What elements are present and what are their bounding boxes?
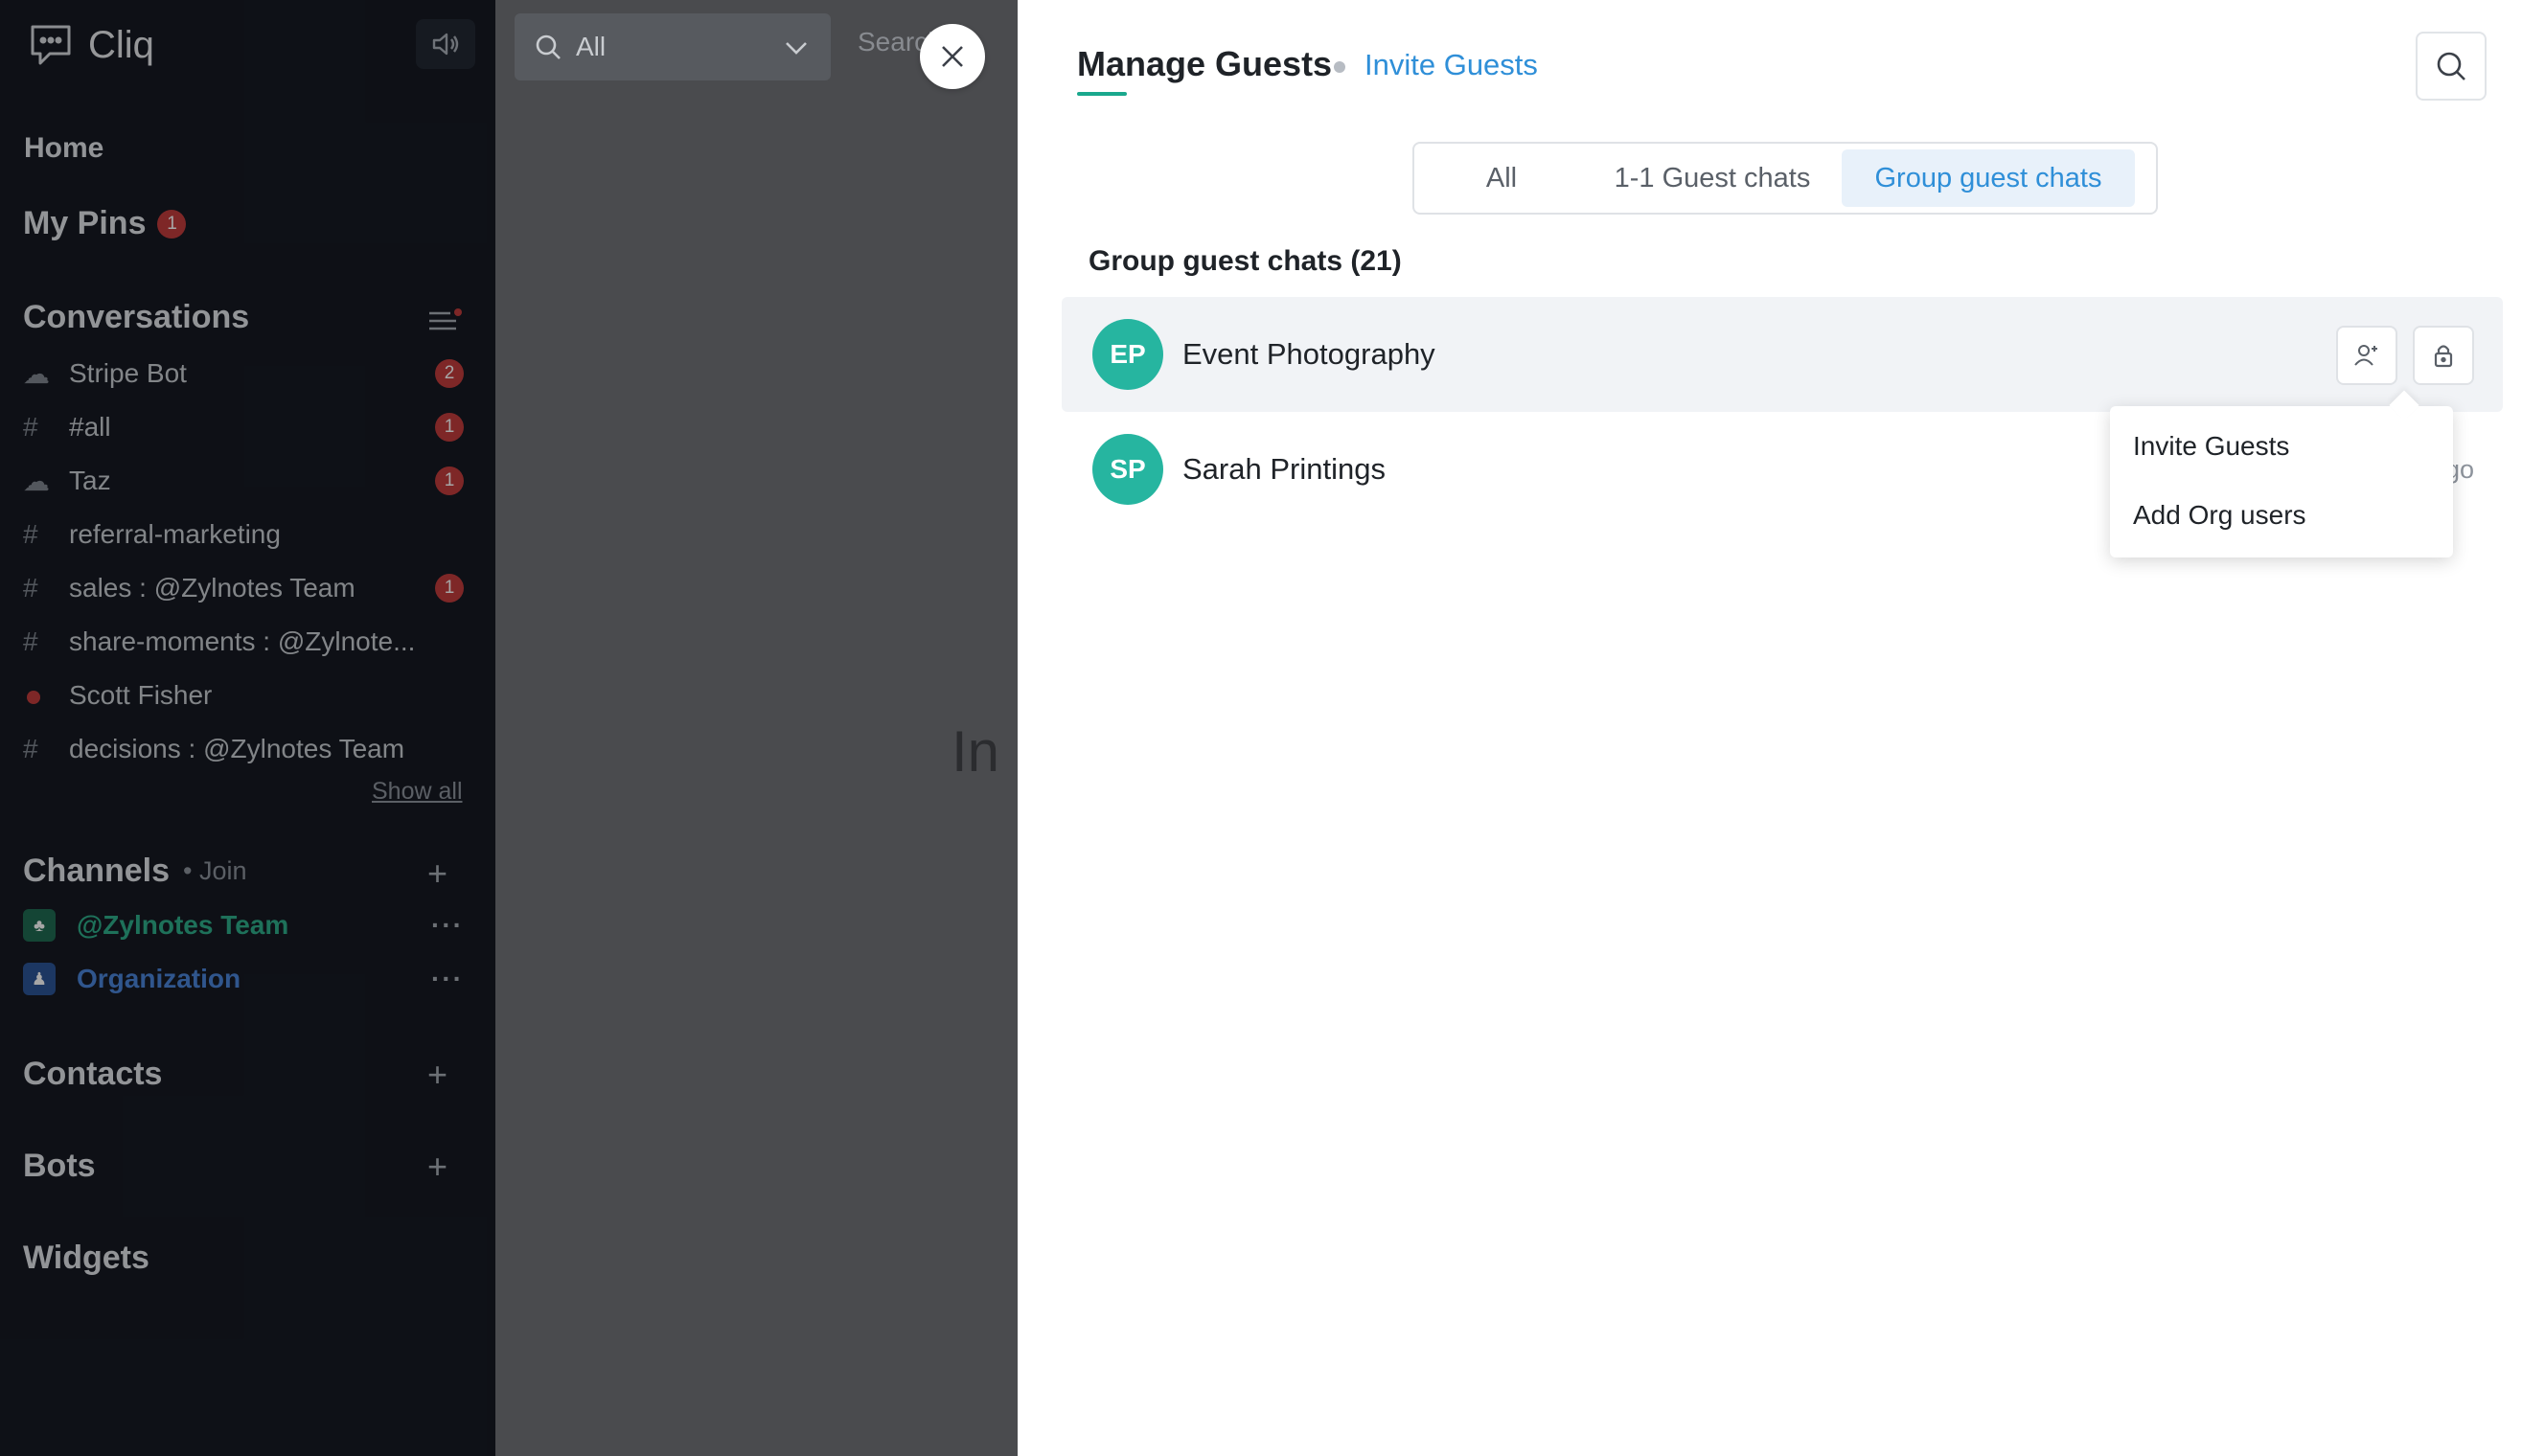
add-member-dropdown: Invite Guests Add Org users [2110, 406, 2453, 557]
search-scope-select[interactable]: All [515, 13, 831, 80]
add-member-button[interactable] [2336, 326, 2397, 385]
search-icon [2437, 52, 2465, 80]
avatar: EP [1092, 319, 1163, 390]
lock-chat-button[interactable] [2413, 326, 2474, 385]
panel-search-button[interactable] [2416, 32, 2487, 101]
guest-chat-row-event-photography[interactable]: EP Event Photography [1062, 297, 2503, 412]
modal-backdrop[interactable] [0, 0, 495, 1456]
close-modal-button[interactable] [920, 24, 985, 89]
menu-item-add-org-users[interactable]: Add Org users [2133, 500, 2306, 531]
chat-name: Sarah Printings [1182, 452, 1386, 486]
lock-icon [2434, 345, 2453, 368]
chat-name: Event Photography [1182, 337, 1435, 371]
search-scope-value: All [576, 32, 607, 61]
close-icon [942, 46, 963, 67]
search-icon [536, 34, 561, 59]
main-area-backdrop[interactable]: All Search In [495, 0, 1018, 1456]
tab-all[interactable]: All [1420, 149, 1583, 207]
background-text: In [952, 719, 1000, 784]
chevron-down-icon [786, 42, 807, 55]
row-actions [2336, 326, 2474, 385]
tab-1-1-guest-chats[interactable]: 1-1 Guest chats [1583, 149, 1842, 207]
active-title-indicator [1077, 92, 1127, 96]
panel-title[interactable]: Manage Guests [1077, 44, 1332, 84]
menu-item-invite-guests[interactable]: Invite Guests [2133, 431, 2289, 462]
title-separator-dot [1334, 61, 1345, 73]
list-heading: Group guest chats (21) [1089, 245, 1402, 277]
tab-group-guest-chats[interactable]: Group guest chats [1842, 149, 2135, 207]
invite-guests-link[interactable]: Invite Guests [1364, 48, 1538, 82]
sidebar: Cliq Home My Pins 1 Conversations ☁ Stri… [0, 0, 495, 1456]
guest-chat-tabs: All 1-1 Guest chats Group guest chats [1412, 142, 2158, 215]
add-user-icon [2354, 345, 2377, 366]
avatar: SP [1092, 434, 1163, 505]
manage-guests-panel: Manage Guests Invite Guests All 1-1 Gues… [1018, 0, 2545, 1456]
